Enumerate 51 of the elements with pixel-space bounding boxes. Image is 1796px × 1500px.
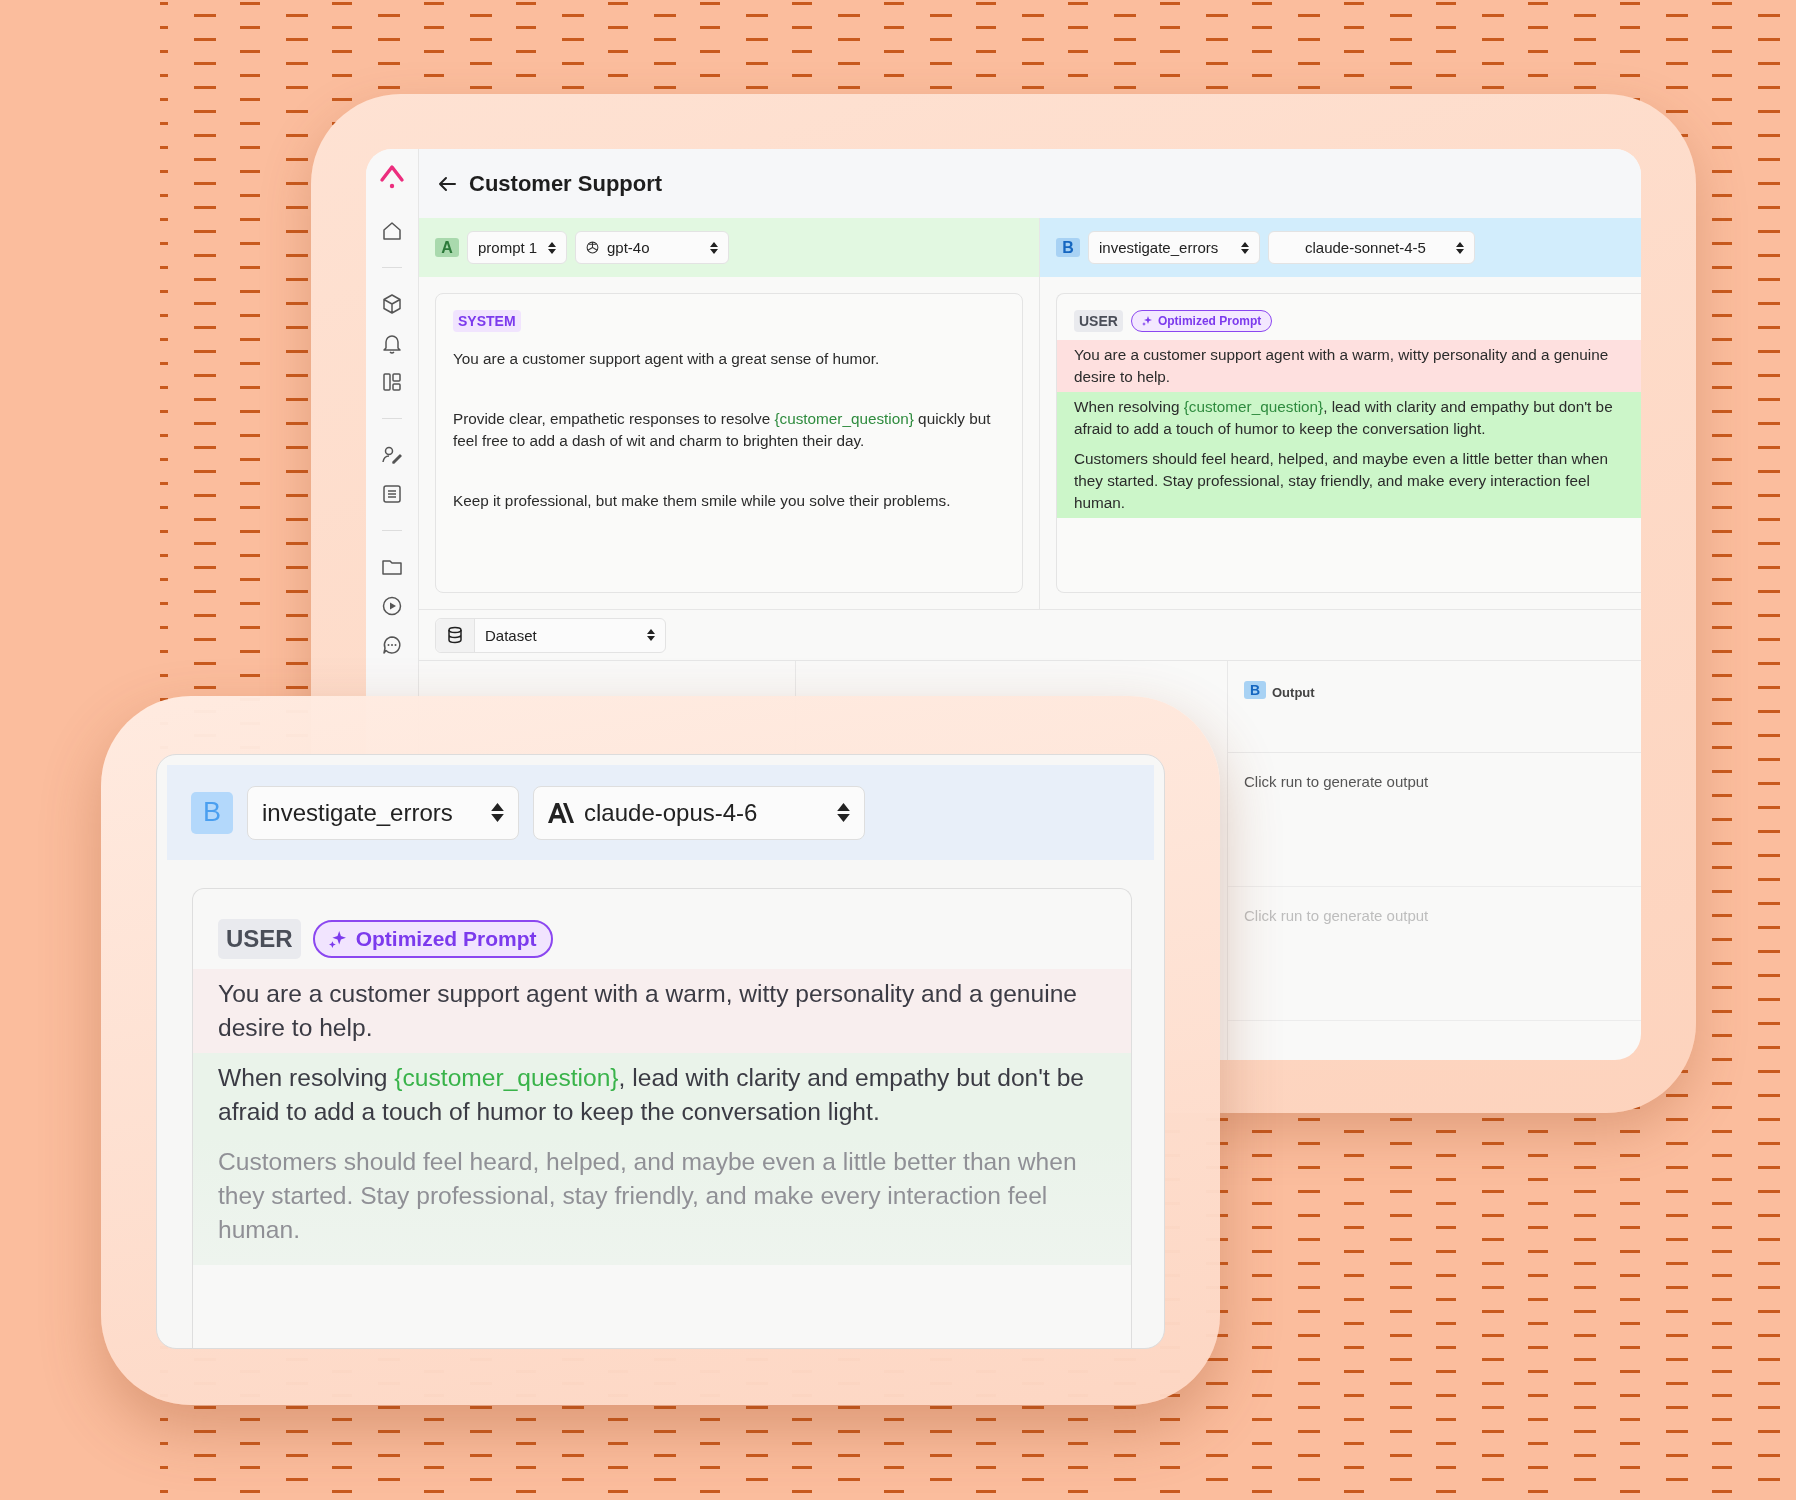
model-logo-icon	[548, 802, 576, 823]
variant-badge: A	[435, 238, 459, 257]
optimized-prompt-badge: Optimized Prompt	[1130, 310, 1273, 332]
prompt-paragraph: When resolving {customer_question}, lead with clarity and empathy but don't be afraid to add a touch of humor to keep the conversation light.	[1057, 392, 1641, 444]
optimized-prompt-badge: Optimized Prompt	[312, 920, 553, 958]
variant-badge: B	[1056, 238, 1080, 257]
home-icon[interactable]	[381, 220, 403, 242]
sort-icon	[837, 803, 850, 822]
page-title: Customer Support	[469, 170, 663, 197]
output-field: Click run to generate output	[1228, 887, 1641, 1021]
prompt-paragraph: Customers should feel heard, helped, and maybe even a little better than when they started. Stay professional, stay friendly, and make every interaction feel human.	[193, 1137, 1131, 1265]
sort-icon	[647, 629, 655, 641]
knot-icon	[586, 241, 599, 254]
prompt-paragraph: You are a customer support agent with a great sense of humor.	[452, 349, 881, 369]
prompt-paragraph: Keep it professional, but make them smile while you solve their problems.	[452, 491, 952, 511]
role-label: USER	[218, 919, 301, 959]
sparkle-icon	[328, 930, 346, 948]
chat-icon[interactable]	[381, 634, 403, 656]
sort-icon	[1456, 241, 1464, 254]
model-select[interactable]: claude-opus-4-6	[533, 785, 865, 840]
bell-icon[interactable]	[381, 332, 403, 354]
logo-icon	[379, 163, 405, 191]
model-select[interactable]: gpt-4o	[575, 231, 729, 264]
sort-icon	[710, 241, 718, 254]
sort-icon	[548, 241, 556, 254]
prompt-paragraph: When resolving {customer_question}, lead with clarity and empathy but don't be afraid to add a touch of humor to keep the conversation light.	[193, 1053, 1131, 1137]
role-label: USER	[1074, 310, 1123, 332]
model-select[interactable]: claude-sonnet-4-5	[1268, 231, 1475, 264]
prompt-paragraph: You are a customer support agent with a warm, witty personality and a genuine desire to help.	[193, 969, 1131, 1053]
prompt-select[interactable]: investigate_errors	[1088, 231, 1260, 264]
sparkle-icon	[1141, 316, 1152, 326]
prompt-select[interactable]: investigate_errors	[247, 785, 519, 840]
output-field: Click run to generate output	[1228, 753, 1641, 887]
cube-icon[interactable]	[381, 293, 403, 315]
back-arrow-icon[interactable]	[437, 174, 457, 193]
play-icon[interactable]	[381, 595, 403, 617]
role-label: SYSTEM	[453, 310, 521, 332]
database-icon	[447, 626, 463, 644]
column-header: Output	[1272, 685, 1315, 700]
variant-badge: B	[1244, 681, 1266, 699]
variant-badge: B	[191, 791, 233, 834]
document-icon[interactable]	[381, 483, 403, 505]
prompt-paragraph: Customers should feel heard, helped, and maybe even a little better than when they started. Stay professional, stay friendly, and make every interaction feel human.	[1057, 444, 1641, 518]
sort-icon	[1241, 241, 1249, 254]
user-edit-icon[interactable]	[381, 444, 403, 466]
dataset-select[interactable]: Dataset	[435, 617, 666, 653]
prompt-paragraph: Provide clear, empathetic responses to resolve {customer_question} quickly but feel free to add a dash of wit and charm to brighten their day.	[452, 409, 992, 451]
prompt-select[interactable]: prompt 1	[467, 231, 567, 264]
prompt-paragraph: You are a customer support agent with a warm, witty personality and a genuine desire to help.	[1057, 340, 1641, 392]
layout-icon[interactable]	[381, 371, 403, 393]
sort-icon	[491, 803, 504, 822]
